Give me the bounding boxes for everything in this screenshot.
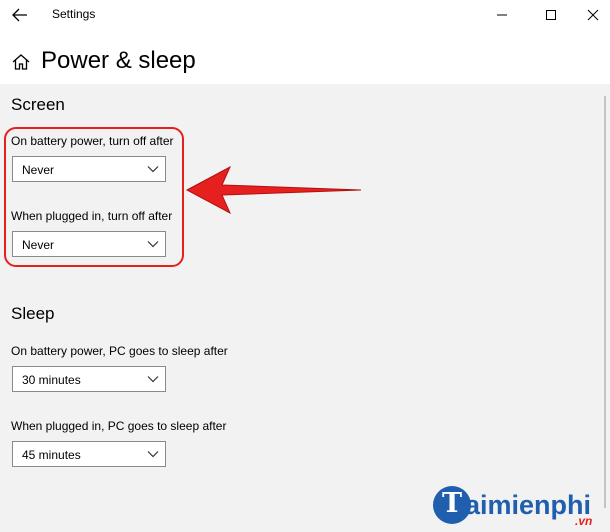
scrollbar[interactable] bbox=[604, 96, 606, 508]
minimize-icon[interactable] bbox=[492, 5, 512, 25]
logo-suffix: .vn bbox=[575, 514, 593, 528]
close-icon[interactable] bbox=[583, 5, 603, 25]
sleep-battery-value: 30 minutes bbox=[22, 373, 81, 387]
highlight-box bbox=[4, 127, 184, 267]
sleep-battery-dropdown[interactable]: 30 minutes bbox=[12, 366, 166, 392]
logo-name: aimienphi bbox=[465, 490, 592, 520]
home-icon[interactable] bbox=[11, 52, 31, 72]
app-title: Settings bbox=[52, 7, 96, 21]
sleep-plugged-label: When plugged in, PC goes to sleep after bbox=[11, 419, 227, 433]
sleep-plugged-value: 45 minutes bbox=[22, 448, 81, 462]
screen-section-title: Screen bbox=[11, 95, 65, 114]
back-arrow-icon[interactable] bbox=[10, 6, 30, 24]
sleep-section-title: Sleep bbox=[11, 304, 55, 323]
watermark-logo: T aimienphi .vn bbox=[433, 480, 608, 528]
sleep-plugged-dropdown[interactable]: 45 minutes bbox=[12, 441, 166, 467]
title-bar: Settings bbox=[0, 0, 610, 30]
chevron-down-icon bbox=[147, 451, 159, 458]
maximize-icon[interactable] bbox=[541, 5, 561, 25]
sleep-battery-label: On battery power, PC goes to sleep after bbox=[11, 344, 228, 358]
page-title: Power & sleep bbox=[41, 47, 196, 74]
annotation-arrow-icon bbox=[185, 165, 362, 215]
page-header: Power & sleep bbox=[0, 40, 610, 84]
chevron-down-icon bbox=[147, 376, 159, 383]
